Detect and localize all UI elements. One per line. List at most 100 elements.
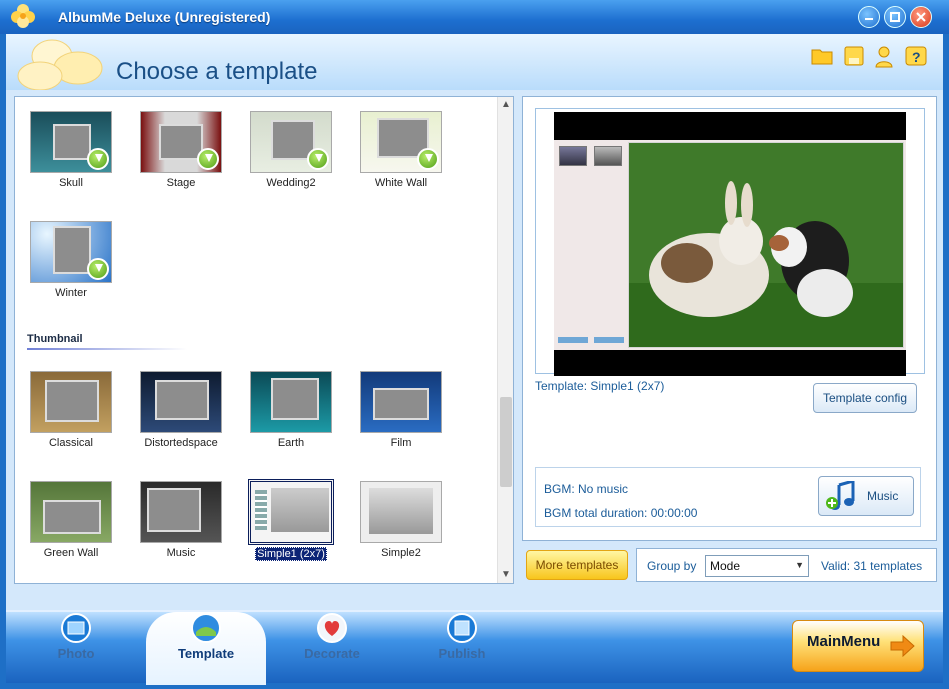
tab-template[interactable]: Template <box>146 612 266 685</box>
template-item-winter[interactable]: Winter <box>23 217 119 307</box>
page-title: Choose a template <box>116 58 318 85</box>
group-by-label: Group by <box>647 559 697 573</box>
template-config-button[interactable]: Template config <box>813 383 917 413</box>
bgm-duration: BGM total duration: 00:00:00 <box>544 506 698 520</box>
template-item-wedding2[interactable]: Wedding2 <box>243 107 339 197</box>
template-thumbnail <box>140 371 222 433</box>
template-item-classical[interactable]: Classical <box>23 367 119 457</box>
template-label: White Wall <box>374 177 428 189</box>
template-item-stage[interactable]: Stage <box>133 107 229 197</box>
template-item-skull[interactable]: Skull <box>23 107 119 197</box>
template-label: Simple2 <box>381 547 421 559</box>
selected-template-label: Template: Simple1 (2x7) <box>535 379 665 393</box>
template-thumbnail <box>140 111 222 173</box>
template-icon <box>191 613 221 643</box>
scroll-thumb[interactable] <box>500 397 512 487</box>
preview-panel: Template: Simple1 (2x7) Template config … <box>522 96 937 541</box>
download-icon <box>307 148 329 170</box>
template-label: Music <box>166 547 196 559</box>
group-by-select[interactable]: Mode ▼ <box>705 555 809 577</box>
tab-photo[interactable]: Photo <box>16 612 136 685</box>
maximize-button[interactable] <box>884 6 906 28</box>
tab-label: Template <box>177 646 235 661</box>
template-item-distortedspace[interactable]: Distortedspace <box>133 367 229 457</box>
bottom-navigation: Photo Template Decorate Publish MainMenu <box>6 610 943 685</box>
folder-icon[interactable] <box>810 44 834 68</box>
template-list-scrollbar[interactable]: ▲ ▼ <box>497 97 513 583</box>
download-icon <box>87 258 109 280</box>
arrow-right-icon <box>890 635 915 657</box>
title-bar: AlbumMe Deluxe (Unregistered) <box>0 0 949 34</box>
template-item-music[interactable]: Music <box>133 477 229 567</box>
heart-icon <box>317 613 347 643</box>
template-thumbnail <box>360 111 442 173</box>
template-item-simple1[interactable]: Simple1 (2x7) <box>243 477 339 567</box>
minimize-icon <box>865 18 873 20</box>
svg-text:?: ? <box>912 49 921 65</box>
template-item-earth[interactable]: Earth <box>243 367 339 457</box>
scroll-down-icon[interactable]: ▼ <box>498 567 514 583</box>
tab-label: Photo <box>57 646 95 661</box>
preview-thumb <box>559 146 587 166</box>
window-title: AlbumMe Deluxe (Unregistered) <box>58 9 271 25</box>
template-label: Green Wall <box>43 547 99 559</box>
tab-label: Publish <box>438 646 486 661</box>
template-label: Wedding2 <box>266 177 316 189</box>
tab-decorate[interactable]: Decorate <box>272 612 392 685</box>
tab-publish[interactable]: Publish <box>402 612 522 685</box>
template-label: Stage <box>166 177 196 189</box>
help-icon[interactable]: ? <box>904 44 928 68</box>
template-thumbnail <box>140 481 222 543</box>
download-icon <box>197 148 219 170</box>
page-header: Choose a template ? <box>6 34 943 90</box>
bgm-status: BGM: No music <box>544 482 629 496</box>
preview-next-button <box>594 337 624 343</box>
section-title-thumbnail: Thumbnail <box>27 333 83 345</box>
template-thumbnail <box>248 479 334 545</box>
valid-templates-count: Valid: 31 templates <box>821 559 923 573</box>
app-flower-icon <box>11 4 35 28</box>
template-thumbnail <box>250 111 332 173</box>
template-label: Skull <box>59 177 83 189</box>
mainmenu-button[interactable]: MainMenu <box>792 620 924 672</box>
minimize-button[interactable] <box>858 6 880 28</box>
template-thumbnail <box>30 221 112 283</box>
template-thumbnail <box>360 481 442 543</box>
photo-icon <box>61 613 91 643</box>
template-label: Winter <box>55 287 87 299</box>
template-item-white-wall[interactable]: White Wall <box>353 107 449 197</box>
bgm-box: BGM: No music BGM total duration: 00:00:… <box>535 467 921 527</box>
preview-photo <box>628 142 904 348</box>
section-divider <box>27 348 187 350</box>
template-label: Earth <box>277 437 305 449</box>
music-note-icon <box>826 481 855 510</box>
group-by-bar: Group by Mode ▼ Valid: 31 templates <box>636 548 937 582</box>
preview-screen <box>554 112 906 376</box>
template-thumbnail <box>30 371 112 433</box>
template-item-green-wall[interactable]: Green Wall <box>23 477 119 567</box>
maximize-icon <box>890 12 900 22</box>
more-templates-button[interactable]: More templates <box>526 550 628 580</box>
template-thumbnail <box>30 111 112 173</box>
template-thumbnail <box>250 371 332 433</box>
close-button[interactable] <box>910 6 932 28</box>
template-label: Classical <box>48 437 93 449</box>
chevron-down-icon: ▼ <box>795 560 804 570</box>
scroll-up-icon[interactable]: ▲ <box>498 97 514 113</box>
save-icon[interactable] <box>842 44 866 68</box>
preview-page <box>554 140 906 350</box>
close-icon <box>916 12 926 22</box>
publish-icon <box>447 613 477 643</box>
music-button[interactable]: Music <box>818 476 914 516</box>
download-icon <box>417 148 439 170</box>
download-icon <box>87 148 109 170</box>
template-preview <box>535 108 925 376</box>
template-list[interactable]: Skull Stage Wedding2 White Wall Winter T… <box>14 96 514 584</box>
template-thumbnail <box>360 371 442 433</box>
group-by-value: Mode <box>710 559 741 573</box>
user-icon[interactable] <box>872 44 896 68</box>
mainmenu-label: MainMenu <box>807 633 881 650</box>
tab-label: Decorate <box>304 646 360 661</box>
template-item-film[interactable]: Film <box>353 367 449 457</box>
template-item-simple2[interactable]: Simple2 <box>353 477 449 567</box>
